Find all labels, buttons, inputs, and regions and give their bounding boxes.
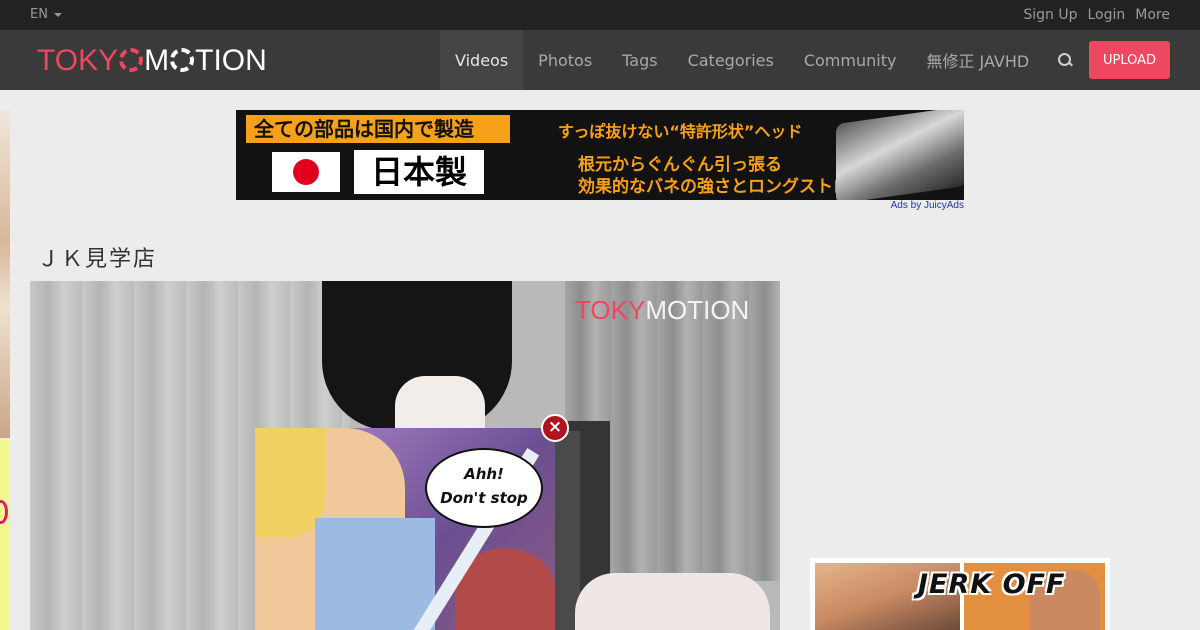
language-selector[interactable]: EN bbox=[30, 7, 62, 22]
banner-line-1: すっぽ抜けない“特許形状”ヘッド bbox=[558, 122, 803, 141]
logo-ring-white-icon bbox=[170, 48, 195, 72]
logo-text-white-m: M bbox=[144, 44, 170, 77]
nav-item-javhd[interactable]: 無修正 JAVHD bbox=[911, 30, 1044, 90]
logo-text-red: TOKY bbox=[37, 44, 119, 77]
nav-menu: Videos Photos Tags Categories Community … bbox=[440, 30, 1084, 90]
top-bar: EN Sign Up Login More bbox=[0, 0, 1200, 30]
japan-flag-icon bbox=[272, 152, 340, 192]
bubble-line-2: Don't stop bbox=[440, 489, 528, 507]
account-links: Sign Up Login More bbox=[1023, 7, 1170, 23]
nav-item-categories[interactable]: Categories bbox=[673, 30, 789, 90]
video-title: ＪＫ見学店 bbox=[37, 247, 158, 272]
popup-speech-bubble: Ahh! Don't stop bbox=[425, 448, 543, 528]
watermark-text-white: MOTION bbox=[645, 295, 750, 325]
popup-ad-character-shirt bbox=[315, 518, 435, 630]
logo-ring-icon bbox=[119, 48, 144, 72]
right-ad-text: JERK OFF bbox=[918, 569, 1066, 600]
close-icon[interactable]: × bbox=[541, 414, 569, 442]
logo-text-white: TION bbox=[195, 44, 267, 77]
video-frame-foreground bbox=[575, 573, 770, 630]
nav-item-photos[interactable]: Photos bbox=[523, 30, 607, 90]
login-link[interactable]: Login bbox=[1088, 7, 1126, 23]
video-watermark: TOKYMOTION bbox=[575, 295, 749, 326]
language-label: EN bbox=[30, 7, 48, 22]
site-logo[interactable]: TOKY M TION bbox=[37, 44, 267, 78]
bubble-line-1: Ahh! bbox=[464, 465, 504, 483]
left-side-ad-image-2[interactable] bbox=[0, 440, 10, 630]
banner-ad[interactable]: 全ての部品は国内で製造 日本製 すっぽ抜けない“特許形状”ヘッド 根元からぐんぐ… bbox=[236, 110, 964, 200]
caret-down-icon bbox=[53, 12, 62, 17]
main-navbar: TOKY M TION Videos Photos Tags Categories … bbox=[0, 30, 1200, 90]
search-icon[interactable] bbox=[1044, 30, 1084, 90]
banner-headline: 全ての部品は国内で製造 bbox=[246, 115, 510, 143]
ad-decoration bbox=[0, 500, 8, 524]
nav-item-tags[interactable]: Tags bbox=[607, 30, 672, 90]
sign-up-link[interactable]: Sign Up bbox=[1023, 7, 1077, 23]
ads-attribution-link[interactable]: Ads by JuicyAds bbox=[880, 200, 964, 211]
left-side-ad-image[interactable] bbox=[0, 110, 10, 438]
more-link[interactable]: More bbox=[1135, 7, 1170, 23]
product-image bbox=[836, 110, 964, 200]
nav-item-videos[interactable]: Videos bbox=[440, 30, 524, 90]
watermark-text-red: TOKY bbox=[575, 295, 646, 325]
banner-made-in: 日本製 bbox=[354, 150, 484, 194]
nav-item-community[interactable]: Community bbox=[789, 30, 912, 90]
right-side-ad[interactable]: JERK OFF bbox=[810, 558, 1110, 630]
upload-button[interactable]: UPLOAD bbox=[1089, 41, 1170, 79]
